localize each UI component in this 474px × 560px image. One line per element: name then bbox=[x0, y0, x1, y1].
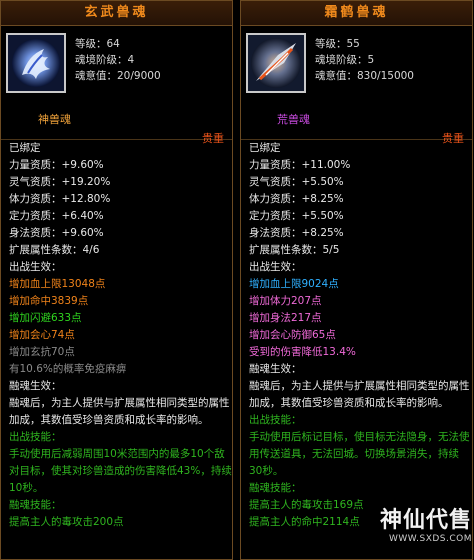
attribute-line: 定力资质：+6.40% bbox=[9, 210, 104, 222]
level-text: 等级：55 bbox=[315, 38, 360, 50]
precious-badge: 贵重 bbox=[442, 132, 464, 145]
screen: 玄武兽魂 等级：64 魂境阶级：4 魂意值：20/9000 神兽魂 贵重 已绑定… bbox=[0, 0, 474, 560]
site-watermark: 神仙代售 WWW.SXDS.COM bbox=[322, 502, 472, 554]
bound-status: 已绑定 bbox=[9, 142, 41, 154]
attribute-line: 融魂后，为主人提供与扩展属性相同类型的属性加成，其数值受珍兽资质和成长率的影响。 bbox=[9, 397, 230, 426]
attribute-list: 力量资质：+9.60% 灵气资质：+19.20% 体力资质：+12.80% 定力资质：… bbox=[9, 157, 232, 531]
attribute-line: 出战技能： bbox=[9, 431, 62, 443]
attribute-line: 出战技能： bbox=[249, 414, 302, 426]
attribute-line: 灵气资质：+5.50% bbox=[249, 176, 344, 188]
stage-text: 魂境阶级：5 bbox=[315, 54, 375, 66]
item-header: 等级：55 魂境阶级：5 魂意值：830/15000 荒兽魂 贵重 bbox=[241, 26, 472, 145]
attribute-line: 提高主人的毒攻击200点 bbox=[9, 516, 124, 528]
attribute-line: 增加闪避633点 bbox=[9, 312, 82, 324]
attribute-line: 增加体力207点 bbox=[249, 295, 322, 307]
attribute-line: 融魂技能： bbox=[249, 482, 302, 494]
item-stats: 等级：64 魂境阶级：4 魂意值：20/9000 bbox=[75, 36, 161, 84]
item-body: 已绑定 力量资质：+11.00% 灵气资质：+5.50% 体力资质：+8.25% 定力… bbox=[241, 140, 472, 531]
attribute-line: 出战生效： bbox=[249, 261, 302, 273]
attribute-line: 增加血上限9024点 bbox=[249, 278, 339, 290]
attribute-line: 融魂生效： bbox=[249, 363, 302, 375]
item-header: 等级：64 魂境阶级：4 魂意值：20/9000 神兽魂 贵重 bbox=[1, 26, 232, 145]
attribute-line: 增加玄抗70点 bbox=[9, 346, 75, 358]
attribute-line: 体力资质：+12.80% bbox=[9, 193, 111, 205]
attribute-line: 身法资质：+8.25% bbox=[249, 227, 344, 239]
attribute-line: 力量资质：+11.00% bbox=[249, 159, 351, 171]
item-tooltip-right: 霜鹤兽魂 等级：55 魂境阶级：5 魂意值：830/15000 荒兽魂 贵重 已… bbox=[240, 0, 473, 560]
attribute-line: 扩展属性条数：4/6 bbox=[9, 244, 100, 256]
attribute-line: 力量资质：+9.60% bbox=[9, 159, 104, 171]
attribute-line: 融魂后，为主人提供与扩展属性相同类型的属性加成，其数值受珍兽资质和成长率的影响。 bbox=[249, 380, 470, 409]
attribute-line: 增加会心74点 bbox=[9, 329, 75, 341]
attribute-line: 增加会心防御65点 bbox=[249, 329, 336, 341]
level-text: 等级：64 bbox=[75, 38, 120, 50]
item-title: 玄武兽魂 bbox=[1, 1, 232, 26]
attribute-line: 受到的伤害降低13.4% bbox=[249, 346, 356, 358]
attribute-line: 出战生效： bbox=[9, 261, 62, 273]
item-body: 已绑定 力量资质：+9.60% 灵气资质：+19.20% 体力资质：+12.80% 定… bbox=[1, 140, 232, 531]
attribute-line: 灵气资质：+19.20% bbox=[9, 176, 111, 188]
will-text: 魂意值：830/15000 bbox=[315, 70, 414, 82]
beast-soul-icon[interactable] bbox=[246, 33, 306, 93]
item-tooltip-left: 玄武兽魂 等级：64 魂境阶级：4 魂意值：20/9000 神兽魂 贵重 已绑定… bbox=[0, 0, 233, 560]
item-title: 霜鹤兽魂 bbox=[241, 1, 472, 26]
soul-type-label: 神兽魂 bbox=[38, 113, 71, 126]
bound-status: 已绑定 bbox=[249, 142, 281, 154]
item-stats: 等级：55 魂境阶级：5 魂意值：830/15000 bbox=[315, 36, 414, 84]
attribute-line: 体力资质：+8.25% bbox=[249, 193, 344, 205]
will-text: 魂意值：20/9000 bbox=[75, 70, 161, 82]
attribute-line: 融魂生效： bbox=[9, 380, 62, 392]
beast-soul-icon[interactable] bbox=[6, 33, 66, 93]
attribute-line: 扩展属性条数：5/5 bbox=[249, 244, 340, 256]
crane-wing-emblem-icon bbox=[248, 35, 304, 91]
attribute-line: 定力资质：+5.50% bbox=[249, 210, 344, 222]
claw-emblem-icon bbox=[8, 35, 64, 91]
precious-badge: 贵重 bbox=[202, 132, 224, 145]
attribute-line: 手动使用后标记目标，使目标无法隐身，无法使用传送道具，无法回城。切换场景消失，持… bbox=[249, 431, 470, 477]
attribute-line: 融魂技能： bbox=[9, 499, 62, 511]
attribute-line: 手动使用后减弱周围10米范围内的最多10个敌对目标，使其对珍兽造成的伤害降低43… bbox=[9, 448, 232, 494]
watermark-url: WWW.SXDS.COM bbox=[388, 534, 472, 544]
attribute-line: 增加血上限13048点 bbox=[9, 278, 106, 290]
soul-type-label: 荒兽魂 bbox=[277, 113, 310, 126]
attribute-line: 有10.6%的概率免疫麻痹 bbox=[9, 363, 127, 375]
attribute-list: 力量资质：+11.00% 灵气资质：+5.50% 体力资质：+8.25% 定力资质：+… bbox=[249, 157, 472, 531]
stage-text: 魂境阶级：4 bbox=[75, 54, 135, 66]
watermark-title: 神仙代售 bbox=[379, 508, 472, 533]
attribute-line: 增加身法217点 bbox=[249, 312, 322, 324]
attribute-line: 增加命中3839点 bbox=[9, 295, 89, 307]
attribute-line: 身法资质：+9.60% bbox=[9, 227, 104, 239]
